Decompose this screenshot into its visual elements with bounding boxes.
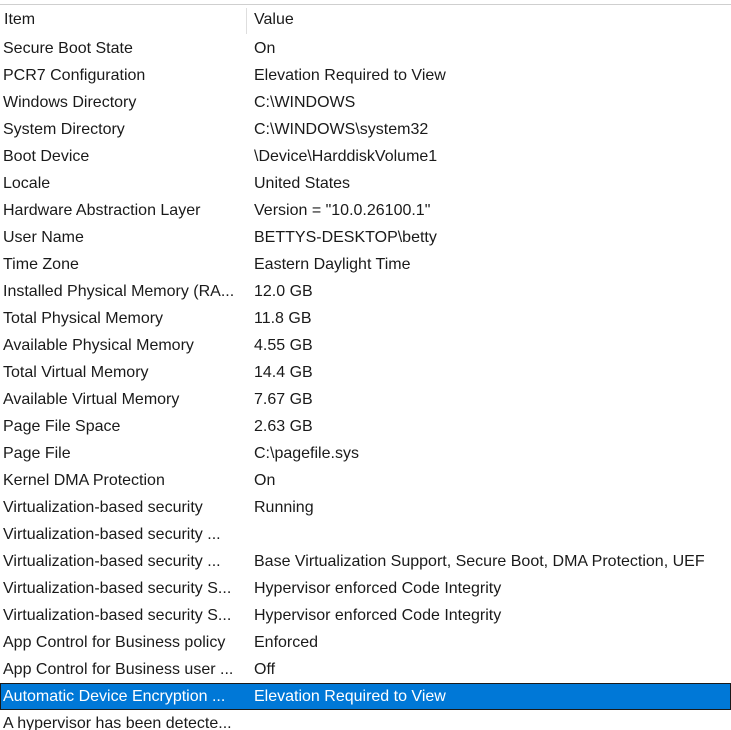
row-value-cell: \Device\HarddiskVolume1 <box>254 148 438 165</box>
row-value-cell: Elevation Required to View <box>254 688 446 705</box>
row-item-cell: Boot Device <box>3 148 90 165</box>
window-top-border <box>0 0 731 5</box>
row-item-cell: A hypervisor has been detecte... <box>3 715 232 730</box>
row-value-cell: 2.63 GB <box>254 418 313 435</box>
row-value-cell: United States <box>254 175 351 192</box>
row-value-cell: C:\pagefile.sys <box>254 445 359 462</box>
row-item-cell: Virtualization-based security <box>3 499 203 516</box>
table-row[interactable]: Page File Space 2.63 GB <box>0 413 731 440</box>
table-row[interactable]: Virtualization-based security S... Hyperv… <box>0 575 731 602</box>
table-row[interactable]: Boot Device \Device\HarddiskVolume1 <box>0 143 731 170</box>
row-item-cell: Secure Boot State <box>3 40 133 57</box>
system-summary-list: Secure Boot State On PCR7 Configuration Ele… <box>0 35 731 730</box>
row-item-cell: System Directory <box>3 121 125 138</box>
row-value-cell: On <box>254 472 276 489</box>
table-row[interactable]: Secure Boot State On <box>0 35 731 62</box>
table-row[interactable]: Available Physical Memory 4.55 GB <box>0 332 731 359</box>
row-item-cell: Hardware Abstraction Layer <box>3 202 201 219</box>
table-row[interactable]: Virtualization-based security S... Hyperv… <box>0 602 731 629</box>
table-row[interactable]: Total Virtual Memory 14.4 GB <box>0 359 731 386</box>
table-row[interactable]: Virtualization-based security ... Base Vi… <box>0 548 731 575</box>
row-item-cell: Virtualization-based security S... <box>3 580 232 597</box>
row-value-cell: BETTYS-DESKTOP\betty <box>254 229 437 246</box>
row-value-cell: 7.67 GB <box>254 391 313 408</box>
row-item-cell: User Name <box>3 229 84 246</box>
table-row[interactable]: Total Physical Memory 11.8 GB <box>0 305 731 332</box>
row-item-cell: PCR7 Configuration <box>3 67 146 84</box>
table-row[interactable]: Windows Directory C:\WINDOWS <box>0 89 731 116</box>
row-value-cell: C:\WINDOWS <box>254 94 356 111</box>
table-header: Item Value <box>0 6 731 34</box>
row-item-cell: Page File <box>3 445 71 462</box>
row-value-cell: 4.55 GB <box>254 337 313 354</box>
row-value-cell <box>254 521 731 548</box>
row-item-cell: Total Physical Memory <box>3 310 164 327</box>
table-row[interactable]: Page File C:\pagefile.sys <box>0 440 731 467</box>
row-item-cell: App Control for Business user ... <box>3 661 234 678</box>
column-resize-handle[interactable] <box>246 8 247 34</box>
row-item-cell: Automatic Device Encryption ... <box>3 688 226 705</box>
table-row[interactable]: PCR7 Configuration Elevation Required to … <box>0 62 731 89</box>
row-value-cell: C:\WINDOWS\system32 <box>254 121 429 138</box>
row-value-cell: 11.8 GB <box>254 310 312 327</box>
row-value-cell: Hypervisor enforced Code Integrity <box>254 580 502 597</box>
table-row[interactable]: App Control for Business policy Enforced <box>0 629 731 656</box>
table-row[interactable]: Virtualization-based security Running <box>0 494 731 521</box>
row-item-cell: Kernel DMA Protection <box>3 472 165 489</box>
row-item-cell: Available Physical Memory <box>3 337 194 354</box>
table-row[interactable]: Virtualization-based security ... <box>0 521 731 548</box>
row-value-cell <box>254 710 731 730</box>
row-value-cell: Enforced <box>254 634 319 651</box>
table-row[interactable]: Locale United States <box>0 170 731 197</box>
row-item-cell: Virtualization-based security ... <box>3 526 221 543</box>
column-header-item[interactable]: Item <box>0 6 246 34</box>
table-row[interactable]: App Control for Business user ... Off <box>0 656 731 683</box>
row-value-cell: Off <box>254 661 276 678</box>
row-value-cell: 12.0 GB <box>254 283 313 300</box>
row-value-cell: Elevation Required to View <box>254 67 446 84</box>
row-item-cell: Time Zone <box>3 256 79 273</box>
row-value-cell: Version = "10.0.26100.1" <box>254 202 431 219</box>
table-row[interactable]: A hypervisor has been detecte... <box>0 710 731 730</box>
row-item-cell: App Control for Business policy <box>3 634 226 651</box>
table-row[interactable]: Time Zone Eastern Daylight Time <box>0 251 731 278</box>
row-item-cell: Available Virtual Memory <box>3 391 180 408</box>
row-item-cell: Virtualization-based security S... <box>3 607 232 624</box>
row-value-cell: On <box>254 40 276 57</box>
table-row[interactable]: Available Virtual Memory 7.67 GB <box>0 386 731 413</box>
row-value-cell: Hypervisor enforced Code Integrity <box>254 607 502 624</box>
row-item-cell: Installed Physical Memory (RA... <box>3 283 235 300</box>
row-value-cell: Running <box>254 499 314 516</box>
row-item-cell: Total Virtual Memory <box>3 364 149 381</box>
row-value-cell: Base Virtualization Support, Secure Boot… <box>254 553 705 570</box>
row-item-cell: Locale <box>3 175 51 192</box>
table-row[interactable]: Kernel DMA Protection On <box>0 467 731 494</box>
table-row[interactable]: Hardware Abstraction Layer Version = "10.… <box>0 197 731 224</box>
row-item-cell: Windows Directory <box>3 94 137 111</box>
table-row[interactable]: System Directory C:\WINDOWS\system32 <box>0 116 731 143</box>
table-row[interactable]: Automatic Device Encryption ... Elevation… <box>0 683 731 710</box>
row-value-cell: Eastern Daylight Time <box>254 256 411 273</box>
table-row[interactable]: Installed Physical Memory (RA... 12.0 GB <box>0 278 731 305</box>
table-row[interactable]: User Name BETTYS-DESKTOP\betty <box>0 224 731 251</box>
column-header-value[interactable]: Value <box>250 6 731 34</box>
row-value-cell: 14.4 GB <box>254 364 313 381</box>
row-item-cell: Virtualization-based security ... <box>3 553 221 570</box>
row-item-cell: Page File Space <box>3 418 121 435</box>
